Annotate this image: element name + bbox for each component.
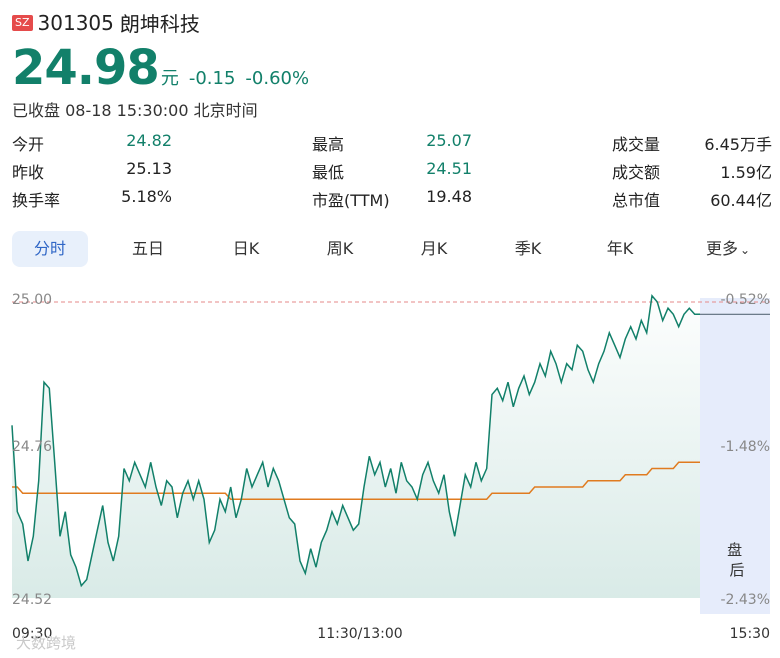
stat-value: 6.45万手 [704,135,772,154]
market-status: 已收盘 08-18 15:30:00 北京时间 [12,101,258,120]
chevron-down-icon: ⌄ [739,243,751,257]
stat-label: 市盈(TTM) [312,191,390,210]
y-pct-label: -0.52% [720,292,770,308]
period-tabs: 分时 五日 日K 周K 月K 季K 年K 更多 ⌄ [12,231,772,267]
stat-label: 最高 [312,135,345,154]
stats-row: 昨收 25.13 最低 24.51 成交额 1.59亿 [12,159,772,187]
x-tick-label: 15:30 [730,626,770,640]
tab-weekly-k[interactable]: 周K [302,231,378,267]
last-price: 24.98 [12,40,160,96]
price-block: 24.98 元 -0.15 -0.60% [12,40,309,96]
stat-value: 24.51 [426,159,472,178]
stat-value: 60.44亿 [710,191,772,210]
stat-value: 19.48 [426,187,472,206]
tab-intraday[interactable]: 分时 [12,231,88,267]
stat-value: 1.59亿 [720,163,772,182]
tab-daily-k[interactable]: 日K [208,231,284,267]
stat-label: 换手率 [12,191,61,210]
stat-label: 成交量 [612,135,661,154]
stats-row: 今开 24.82 最高 25.07 成交量 6.45万手 [12,131,772,159]
stock-name: 朗坤科技 [119,12,200,36]
y-tick-label: 25.00 [12,292,52,308]
tab-more[interactable]: 更多 ⌄ [684,231,772,267]
market-badge: SZ [12,14,33,31]
price-change-pct: -0.60% [245,68,310,89]
y-pct-label: -1.48% [720,439,770,455]
stock-code: 301305 [37,10,114,35]
stat-value: 24.82 [126,131,172,150]
y-tick-label: 24.52 [12,592,52,608]
y-tick-label: 24.76 [12,439,52,455]
stat-label: 昨收 [12,163,45,182]
x-tick-label: 11:30/13:00 [317,626,402,640]
price-change: -0.15 [188,68,236,89]
stat-label: 最低 [312,163,345,182]
tab-monthly-k[interactable]: 月K [396,231,472,267]
stat-value: 5.18% [121,187,172,206]
stat-label: 今开 [12,135,45,154]
y-pct-label: -2.43% [720,592,770,608]
tab-5day[interactable]: 五日 [110,231,186,267]
intraday-chart: 25.00 24.76 24.52 -0.52% -1.48% -2.43% 0… [11,292,770,640]
stock-header: SZ 301305 朗坤科技 [12,8,200,37]
tab-yearly-k[interactable]: 年K [582,231,658,267]
after-hours-label-char: 后 [729,561,744,579]
stats-row: 换手率 5.18% 市盈(TTM) 19.48 总市值 60.44亿 [12,187,772,215]
tab-more-label: 更多 [705,239,738,258]
stat-value: 25.13 [126,159,172,178]
after-hours-label-char: 盘 [727,541,742,559]
stat-label: 成交额 [612,163,661,182]
stat-label: 总市值 [612,191,661,210]
tab-quarterly-k[interactable]: 季K [490,231,566,267]
stat-value: 25.07 [426,131,472,150]
price-unit: 元 [160,68,179,89]
watermark: 大数跨境 [16,634,77,652]
